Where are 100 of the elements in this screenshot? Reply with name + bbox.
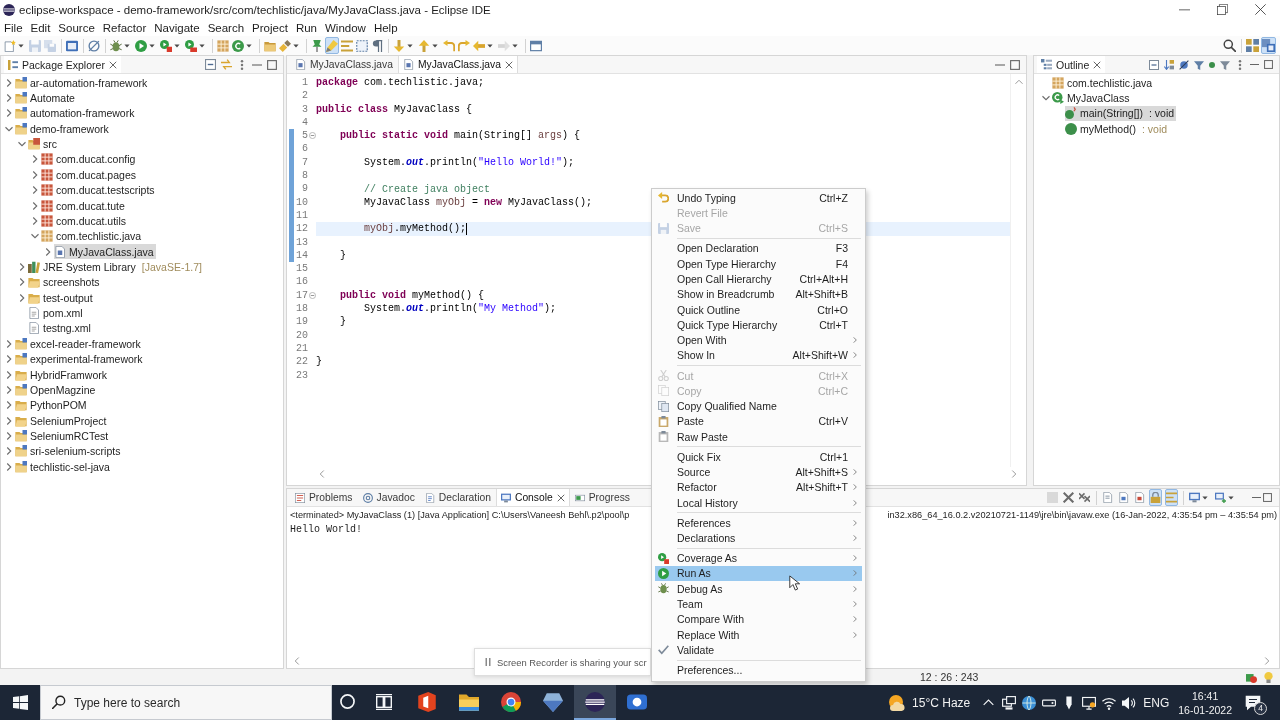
menu-item[interactable]: Validate xyxy=(655,642,862,658)
chevron-right-icon[interactable] xyxy=(5,78,13,87)
chevron-down-icon[interactable] xyxy=(5,124,13,133)
chevron-up-icon[interactable] xyxy=(983,697,995,708)
menu-item[interactable]: Local History xyxy=(655,495,862,511)
chevron-right-icon[interactable] xyxy=(5,431,13,440)
view-tab[interactable]: Declaration xyxy=(419,489,496,506)
editor-tab[interactable]: MyJavaClass.java xyxy=(290,56,398,73)
tree-item[interactable]: src xyxy=(28,136,59,152)
menu-item[interactable]: File xyxy=(0,21,27,34)
chevron-right-icon[interactable] xyxy=(5,339,13,348)
view-tab[interactable]: Outline xyxy=(1037,56,1106,73)
menu-item[interactable]: Source Alt+Shift+S xyxy=(655,464,862,480)
tree-item[interactable]: techlistic-sel-java xyxy=(15,459,112,475)
menu-item[interactable]: References xyxy=(655,515,862,531)
chevron-right-icon[interactable] xyxy=(5,94,13,103)
view-tab[interactable]: Progress xyxy=(569,489,635,506)
menu-item[interactable]: Quick Outline Ctrl+O xyxy=(655,301,862,318)
chevron-right-icon[interactable] xyxy=(31,201,39,210)
menu-item[interactable]: Open With xyxy=(655,332,862,348)
chevron-right-icon[interactable] xyxy=(31,186,39,195)
window-stack-icon[interactable] xyxy=(1002,695,1017,710)
circle-icon[interactable] xyxy=(339,694,355,709)
filter-icon[interactable] xyxy=(1220,59,1230,70)
menu-item[interactable]: Window xyxy=(321,21,370,34)
minus-box-icon[interactable] xyxy=(205,59,216,70)
menu-item[interactable]: Debug As xyxy=(655,581,862,597)
chevron-right-icon[interactable] xyxy=(5,462,13,471)
menu-item[interactable]: Preferences... xyxy=(655,662,862,678)
chevron-right-icon[interactable] xyxy=(5,355,13,364)
wifi-icon[interactable] xyxy=(1102,695,1117,710)
menu-item[interactable]: Replace With xyxy=(655,627,862,643)
globe-icon[interactable] xyxy=(1022,695,1037,710)
chevron-right-icon[interactable] xyxy=(31,170,39,179)
menu-item[interactable]: Search xyxy=(203,21,249,34)
menu-item[interactable]: Coverage As xyxy=(655,550,862,566)
menu-item[interactable]: Open Type Hierarchy F4 xyxy=(655,256,862,272)
chevron-right-icon[interactable] xyxy=(18,278,26,287)
menu-item[interactable]: Help xyxy=(369,21,402,34)
menu-item[interactable]: Show in Breadcrumb Alt+Shift+B xyxy=(655,286,862,302)
four-panes-icon[interactable] xyxy=(12,695,28,710)
editor-tab[interactable]: MyJavaClass.java xyxy=(398,56,518,73)
toolbar-button[interactable] xyxy=(1245,37,1260,54)
chevron-right-icon[interactable] xyxy=(5,447,13,456)
search-field[interactable]: Type here to search xyxy=(40,685,332,720)
menu-item[interactable]: Project xyxy=(248,21,292,34)
close-icon[interactable] xyxy=(556,493,565,502)
tree-item[interactable]: MyJavaClass xyxy=(1052,90,1132,106)
tree-item[interactable]: HybridFramwork xyxy=(15,367,109,382)
taskbar-button[interactable] xyxy=(574,685,616,720)
tree-item[interactable]: PythonPOM xyxy=(15,397,89,413)
tree-item[interactable]: SeleniumProject xyxy=(15,413,109,429)
tree-item[interactable]: com.techlistic.java xyxy=(1052,75,1155,91)
tree-item[interactable]: screenshots xyxy=(28,274,102,290)
tree-item[interactable]: ar-automation-framework xyxy=(15,75,150,91)
tree-item[interactable]: demo-framework xyxy=(15,121,111,137)
chevron-right-icon[interactable] xyxy=(5,370,13,379)
sort-icon[interactable] xyxy=(1164,59,1174,70)
language-indicator[interactable]: ENG xyxy=(1143,695,1170,710)
tree-item[interactable]: com.ducat.tute xyxy=(41,198,127,214)
monitor-icon[interactable] xyxy=(1082,695,1097,710)
tree-item[interactable]: com.ducat.testscripts xyxy=(41,182,157,198)
tree-item[interactable]: pom.xml xyxy=(28,305,85,321)
toolbar-button[interactable] xyxy=(1222,37,1237,54)
tree-item[interactable]: MyJavaClass.java xyxy=(54,244,156,260)
chevron-down-icon[interactable] xyxy=(18,140,26,149)
minus-circle-icon[interactable] xyxy=(308,132,316,140)
close-icon[interactable] xyxy=(504,60,513,69)
menu-item[interactable]: Run As xyxy=(655,565,862,582)
menu-item[interactable]: Compare With xyxy=(655,611,862,627)
menu-item[interactable]: Quick Type Hierarchy Ctrl+T xyxy=(655,317,862,333)
chevron-right-icon[interactable] xyxy=(18,263,26,271)
close-icon[interactable] xyxy=(1255,4,1266,15)
tree-item[interactable]: Automate xyxy=(15,90,77,106)
view-tab[interactable]: Package Explorer xyxy=(4,56,121,73)
slashed-circle-icon[interactable] xyxy=(1179,59,1189,70)
chevron-right-icon[interactable] xyxy=(31,155,39,164)
menu-item[interactable]: Refactor xyxy=(98,21,151,34)
chevron-right-icon[interactable] xyxy=(5,109,13,118)
filter-icon[interactable] xyxy=(1194,59,1204,70)
chevron-right-icon[interactable] xyxy=(5,385,13,394)
menu-item[interactable]: Source xyxy=(54,21,99,34)
chevron-down-icon[interactable] xyxy=(31,232,39,241)
lightbulb-icon[interactable] xyxy=(1263,671,1274,683)
chevron-right-icon[interactable] xyxy=(18,293,26,302)
tree-item[interactable]: SeleniumRCTest xyxy=(15,428,111,444)
view-tab[interactable]: Problems xyxy=(290,489,358,506)
weather-text[interactable]: 15°C Haze xyxy=(912,695,971,710)
maximize-icon[interactable] xyxy=(1263,493,1272,502)
menu-item[interactable]: Paste Ctrl+V xyxy=(655,413,862,430)
menu-item[interactable]: Raw Paste xyxy=(655,429,862,445)
tree-item[interactable]: sri-selenium-scripts xyxy=(15,443,123,459)
view-tab[interactable]: Javadoc xyxy=(357,489,420,506)
tree-item[interactable]: testng.xml xyxy=(28,320,93,336)
chevron-right-icon[interactable] xyxy=(5,416,13,425)
tree-item[interactable]: myMethod() : void xyxy=(1065,121,1170,137)
close-icon[interactable] xyxy=(108,60,117,69)
tree-item[interactable]: com.ducat.pages xyxy=(41,167,138,183)
chevron-right-icon[interactable] xyxy=(44,247,52,256)
maximize-icon[interactable] xyxy=(1264,60,1273,69)
